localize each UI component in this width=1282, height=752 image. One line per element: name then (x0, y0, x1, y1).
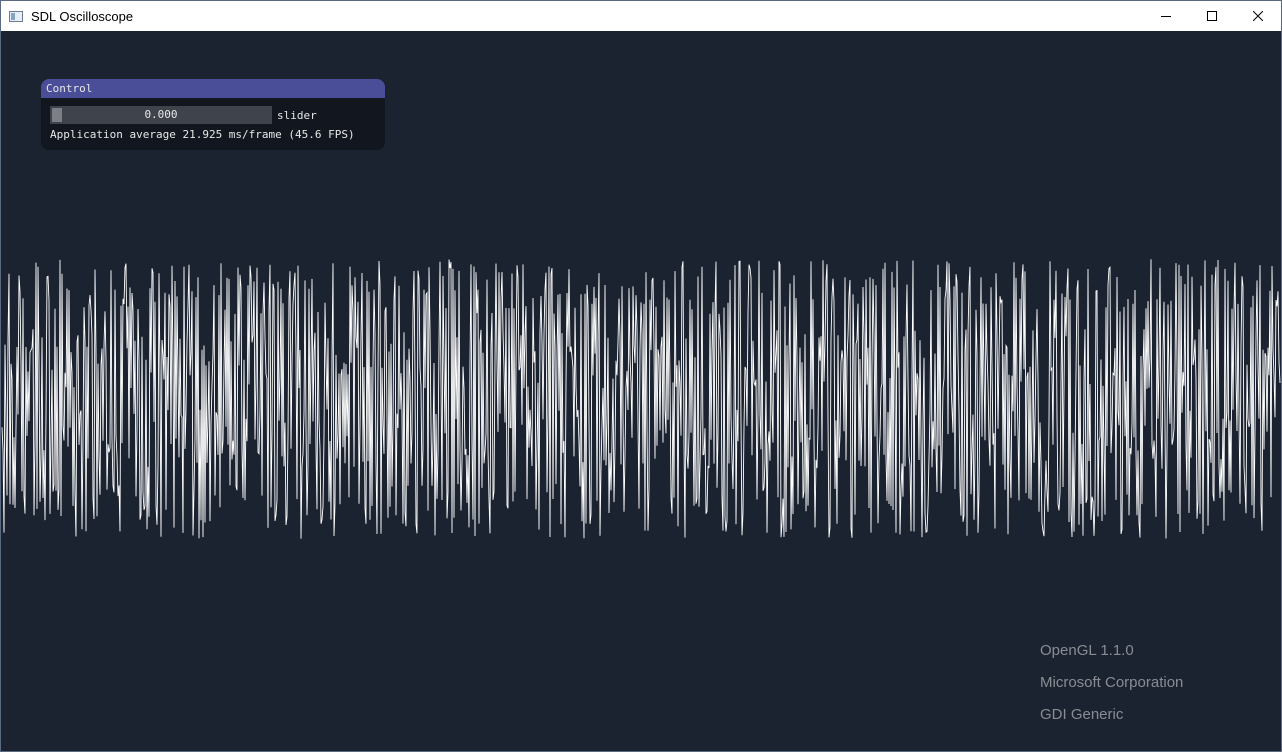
oscilloscope-canvas[interactable]: Control 0.000 slider Application average… (1, 31, 1281, 751)
window-controls (1143, 1, 1281, 31)
control-panel-title[interactable]: Control (41, 79, 385, 98)
slider-row: 0.000 slider (50, 106, 317, 124)
slider-handle[interactable] (52, 108, 62, 122)
minimize-icon (1161, 16, 1171, 17)
control-panel[interactable]: Control 0.000 slider Application average… (41, 79, 385, 150)
gl-version: OpenGL 1.1.0 (1040, 642, 1134, 659)
gl-info: OpenGL 1.1.0 Microsoft Corporation GDI G… (1040, 641, 1183, 737)
close-button[interactable] (1235, 1, 1281, 31)
slider-label: slider (277, 108, 317, 122)
gl-vendor: Microsoft Corporation (1040, 674, 1184, 691)
waveform-trace (1, 259, 1281, 539)
close-icon (1253, 11, 1263, 21)
fps-readout: Application average 21.925 ms/frame (45.… (50, 128, 355, 141)
gl-renderer: GDI Generic (1040, 706, 1124, 723)
title-bar[interactable]: SDL Oscilloscope (1, 1, 1281, 31)
app-window-icon (9, 10, 23, 22)
slider[interactable]: 0.000 (50, 106, 272, 124)
maximize-button[interactable] (1189, 1, 1235, 31)
minimize-button[interactable] (1143, 1, 1189, 31)
window-title: SDL Oscilloscope (31, 8, 134, 24)
maximize-icon (1207, 11, 1217, 21)
app-window: SDL Oscilloscope Control 0.000 slider Ap… (0, 0, 1282, 752)
slider-value: 0.000 (144, 108, 178, 121)
